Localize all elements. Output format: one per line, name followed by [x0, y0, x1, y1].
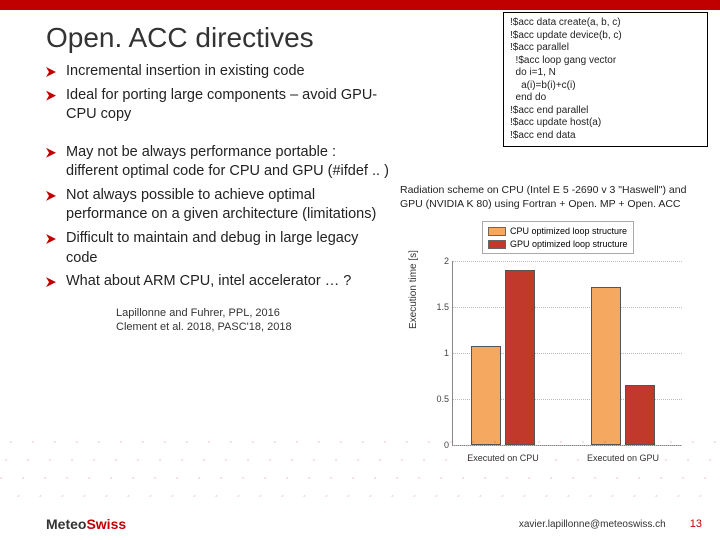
footer: MeteoSwiss xavier.lapillonne@meteoswiss.…	[0, 516, 720, 532]
logo-accent: Swiss	[86, 516, 126, 532]
bar-cpu-on-gpu	[591, 287, 621, 445]
x-tick: Executed on GPU	[568, 453, 678, 463]
logo: MeteoSwiss	[46, 516, 126, 532]
legend-label: CPU optimized loop structure	[510, 225, 627, 238]
y-tick: 2	[423, 256, 449, 266]
reference-line: Lapillonne and Fuhrer, PPL, 2016	[116, 306, 392, 321]
y-tick: 1.5	[423, 302, 449, 312]
bar-cpu-on-cpu	[471, 346, 501, 445]
code-sample: !$acc data create(a, b, c) !$acc update …	[503, 12, 708, 147]
reference-line: Clement et al. 2018, PASC'18, 2018	[116, 320, 392, 335]
footer-email: xavier.lapillonne@meteoswiss.ch	[519, 519, 666, 530]
legend-label: GPU optimized loop structure	[510, 238, 628, 251]
list-item: May not be always performance portable :…	[46, 143, 392, 182]
list-item: Ideal for porting large components – avo…	[46, 86, 392, 125]
y-axis-label: Execution time [s]	[408, 250, 419, 329]
legend-item: GPU optimized loop structure	[488, 238, 628, 251]
pros-list: Incremental insertion in existing code I…	[46, 62, 392, 125]
chart-legend: CPU optimized loop structure GPU optimiz…	[482, 221, 634, 254]
legend-item: CPU optimized loop structure	[488, 225, 628, 238]
bar-chart: Execution time [s] CPU optimized loop st…	[400, 219, 700, 479]
y-tick: 1	[423, 348, 449, 358]
legend-swatch-cpu	[488, 227, 506, 236]
chart-caption: Radiation scheme on CPU (Intel E 5 -2690…	[400, 182, 720, 215]
references: Lapillonne and Fuhrer, PPL, 2016 Clement…	[46, 306, 392, 336]
y-tick: 0.5	[423, 394, 449, 404]
logo-main: Meteo	[46, 516, 86, 532]
list-item: Not always possible to achieve optimal p…	[46, 186, 392, 225]
list-item: Incremental insertion in existing code	[46, 62, 392, 82]
list-item: Difficult to maintain and debug in large…	[46, 229, 392, 268]
bar-gpu-on-cpu	[505, 270, 535, 445]
left-column: Incremental insertion in existing code I…	[0, 62, 400, 479]
accent-bar	[0, 0, 720, 10]
cons-list: May not be always performance portable :…	[46, 143, 392, 292]
x-tick: Executed on CPU	[448, 453, 558, 463]
bar-gpu-on-gpu	[625, 385, 655, 445]
y-tick: 0	[423, 440, 449, 450]
plot-area: 0 0.5 1 1.5 2 Executed on CPU Executed o…	[452, 261, 682, 446]
list-item: What about ARM CPU, intel accelerator … …	[46, 272, 392, 292]
page-number: 13	[690, 518, 702, 530]
legend-swatch-gpu	[488, 240, 506, 249]
